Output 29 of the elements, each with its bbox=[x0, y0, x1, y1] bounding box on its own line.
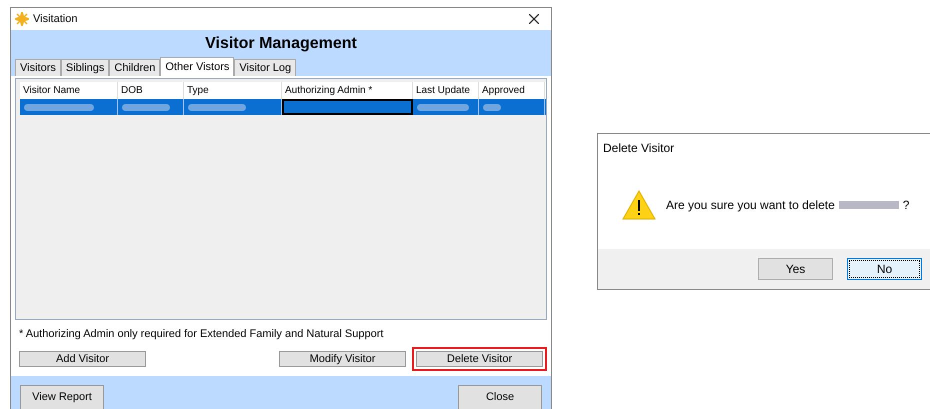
dialog-title: Delete Visitor bbox=[603, 140, 674, 156]
action-button[interactable]: Delete Visitor bbox=[416, 351, 543, 367]
blurred-value-icon bbox=[483, 104, 501, 110]
warning-icon bbox=[622, 190, 656, 220]
footer-button[interactable]: Close bbox=[458, 385, 542, 409]
blurred-value-icon bbox=[188, 104, 246, 110]
action-button[interactable]: Add Visitor bbox=[19, 351, 146, 367]
question-mark: ? bbox=[902, 197, 910, 214]
tab[interactable]: Visitors bbox=[15, 59, 61, 76]
heading: Visitor Management bbox=[205, 34, 357, 54]
blurred-value-icon bbox=[417, 104, 469, 110]
window-title: Visitation bbox=[33, 12, 78, 27]
dialog-button[interactable]: Yes bbox=[758, 258, 833, 280]
column-header[interactable]: Authorizing Admin * bbox=[282, 82, 413, 99]
table-row[interactable] bbox=[20, 99, 546, 115]
close-icon[interactable] bbox=[529, 14, 539, 24]
star-icon bbox=[15, 12, 29, 26]
footer-button[interactable]: View Report bbox=[20, 385, 104, 409]
footnote: * Authorizing Admin only required for Extended Family and Natural Support bbox=[19, 326, 384, 342]
tab[interactable]: Children bbox=[109, 59, 160, 76]
dialog-button[interactable]: No bbox=[847, 258, 922, 280]
blurred-name-icon bbox=[838, 201, 899, 209]
tab[interactable]: Other Vistors bbox=[160, 57, 234, 76]
tab[interactable]: Siblings bbox=[60, 59, 110, 76]
action-button[interactable]: Modify Visitor bbox=[279, 351, 406, 367]
blurred-value-icon bbox=[122, 104, 170, 110]
blurred-value-icon bbox=[24, 104, 94, 110]
dialog-message: Are you sure you want to delete bbox=[666, 197, 835, 214]
tab[interactable]: Visitor Log bbox=[234, 59, 296, 76]
